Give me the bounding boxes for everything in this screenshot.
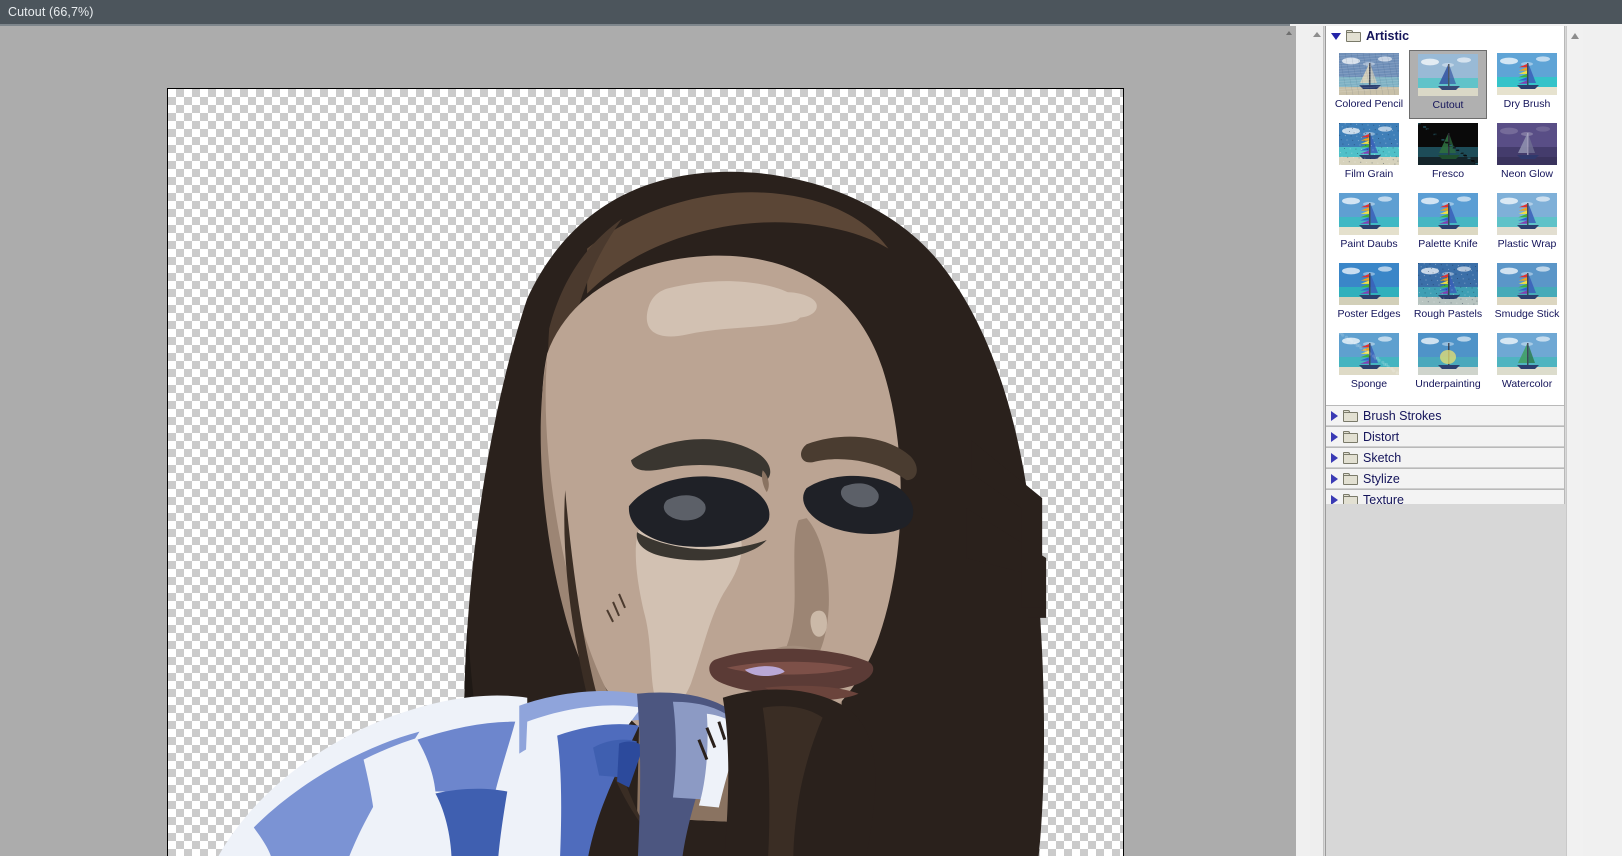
- filter-thumbnail-plastic-wrap[interactable]: Plastic Wrap: [1488, 190, 1564, 259]
- triangle-right-icon[interactable]: [1331, 410, 1338, 421]
- category-label: Distort: [1363, 429, 1400, 444]
- category-row-stylize[interactable]: Stylize: [1326, 468, 1564, 489]
- filter-label: Poster Edges: [1337, 308, 1401, 320]
- triangle-right-icon[interactable]: [1331, 431, 1338, 442]
- filter-thumbnail-film-grain[interactable]: Film Grain: [1330, 120, 1408, 189]
- category-label: Stylize: [1363, 471, 1400, 486]
- panel-vertical-scrollbar[interactable]: [1566, 26, 1583, 856]
- filter-thumbnail-smudge-stick[interactable]: Smudge Stick: [1488, 260, 1564, 329]
- category-row-distort[interactable]: Distort: [1326, 426, 1564, 447]
- panel-right-filler: [1583, 26, 1622, 856]
- preview-area[interactable]: [0, 24, 1290, 856]
- canvas-vertical-scrollbar[interactable]: [1283, 26, 1296, 856]
- image-canvas[interactable]: [167, 88, 1124, 856]
- folder-icon: [1343, 451, 1358, 464]
- filter-label: Smudge Stick: [1494, 308, 1560, 320]
- filter-thumbnail-sponge[interactable]: Sponge: [1330, 330, 1408, 399]
- filter-label: Cutout: [1432, 99, 1464, 111]
- filter-thumbnail-poster-edges[interactable]: Poster Edges: [1330, 260, 1408, 329]
- filter-gallery-window: Cutout (66,7%) Artistic Colored Pencil C…: [0, 0, 1622, 856]
- panel-left-scrollbar[interactable]: [1310, 26, 1324, 856]
- filter-gallery-panel: Artistic Colored Pencil Cutout Dry Brush Fi…: [1310, 26, 1622, 856]
- filter-preview-thumbnail-icon: [1418, 263, 1478, 305]
- filter-preview-thumbnail-icon: [1339, 123, 1399, 165]
- filter-thumbnail-paint-daubs[interactable]: Paint Daubs: [1330, 190, 1408, 259]
- filter-preview-thumbnail-icon: [1339, 263, 1399, 305]
- category-label: Texture: [1363, 492, 1404, 505]
- filter-preview-thumbnail-icon: [1418, 193, 1478, 235]
- filter-preview-thumbnail-icon: [1339, 333, 1399, 375]
- filter-preview-thumbnail-icon: [1418, 123, 1478, 165]
- category-label: Artistic: [1366, 29, 1410, 43]
- filter-label: Neon Glow: [1501, 168, 1553, 180]
- filter-label: Dry Brush: [1503, 98, 1551, 110]
- filter-label: Film Grain: [1344, 168, 1394, 180]
- filter-label: Fresco: [1431, 168, 1465, 180]
- filter-label: Paint Daubs: [1340, 238, 1398, 250]
- filter-thumbnail-fresco[interactable]: Fresco: [1409, 120, 1487, 189]
- filter-preview-thumbnail-icon: [1497, 53, 1557, 95]
- title-bar: Cutout (66,7%): [0, 0, 1622, 24]
- filter-label: Underpainting: [1415, 378, 1481, 390]
- filter-thumbnail-rough-pastels[interactable]: Rough Pastels: [1409, 260, 1487, 329]
- category-row-brush-strokes[interactable]: Brush Strokes: [1326, 405, 1564, 426]
- panel-scroll-up-arrow-icon[interactable]: [1313, 32, 1321, 37]
- category-header-artistic[interactable]: Artistic: [1326, 26, 1564, 46]
- canvas-scroll-up-arrow-icon[interactable]: [1283, 26, 1296, 39]
- panel-scrollbar-up-arrow-icon[interactable]: [1571, 33, 1579, 39]
- filter-preview-thumbnail-icon: [1497, 123, 1557, 165]
- window-title: Cutout (66,7%): [8, 5, 94, 19]
- triangle-right-icon[interactable]: [1331, 452, 1338, 463]
- filter-label: Plastic Wrap: [1497, 238, 1557, 250]
- filter-thumbnail-palette-knife[interactable]: Palette Knife: [1409, 190, 1487, 259]
- filter-thumbnail-neon-glow[interactable]: Neon Glow: [1488, 120, 1564, 189]
- category-row-texture[interactable]: Texture: [1326, 489, 1564, 504]
- filter-preview-thumbnail-icon: [1418, 333, 1478, 375]
- filter-thumbnail-colored-pencil[interactable]: Colored Pencil: [1330, 50, 1408, 119]
- category-label: Brush Strokes: [1363, 408, 1442, 423]
- filter-preview-thumbnail-icon: [1497, 193, 1557, 235]
- filter-thumbnail-dry-brush[interactable]: Dry Brush: [1488, 50, 1564, 119]
- filter-label: Colored Pencil: [1334, 98, 1404, 110]
- filter-thumbnail-grid: Colored Pencil Cutout Dry Brush Film Grain F…: [1326, 46, 1564, 405]
- folder-icon: [1343, 472, 1358, 485]
- panel-empty-area: [1325, 504, 1565, 856]
- filter-thumbnail-cutout[interactable]: Cutout: [1409, 50, 1487, 119]
- folder-icon: [1343, 430, 1358, 443]
- filter-list: Artistic Colored Pencil Cutout Dry Brush Fi…: [1325, 26, 1565, 504]
- folder-icon: [1346, 30, 1361, 42]
- category-label: Sketch: [1363, 450, 1402, 465]
- portrait-image: [218, 171, 1047, 856]
- folder-icon: [1343, 409, 1358, 422]
- filter-label: Sponge: [1350, 378, 1388, 390]
- triangle-right-icon[interactable]: [1331, 473, 1338, 484]
- filter-preview-thumbnail-icon: [1497, 333, 1557, 375]
- filter-preview-thumbnail-icon: [1339, 53, 1399, 95]
- collapsed-category-list: Brush Strokes Distort Sketch Stylize Texture: [1326, 405, 1564, 504]
- filter-label: Rough Pastels: [1413, 308, 1483, 320]
- filter-thumbnail-watercolor[interactable]: Watercolor: [1488, 330, 1564, 399]
- filter-label: Palette Knife: [1418, 238, 1478, 250]
- filter-preview-thumbnail-icon: [1497, 263, 1557, 305]
- filter-preview-thumbnail-icon: [1418, 54, 1478, 96]
- filter-label: Watercolor: [1501, 378, 1553, 390]
- category-row-sketch[interactable]: Sketch: [1326, 447, 1564, 468]
- triangle-right-icon[interactable]: [1331, 494, 1338, 504]
- filter-thumbnail-underpainting[interactable]: Underpainting: [1409, 330, 1487, 399]
- filter-preview-thumbnail-icon: [1339, 193, 1399, 235]
- folder-icon: [1343, 493, 1358, 504]
- triangle-down-icon[interactable]: [1331, 32, 1341, 40]
